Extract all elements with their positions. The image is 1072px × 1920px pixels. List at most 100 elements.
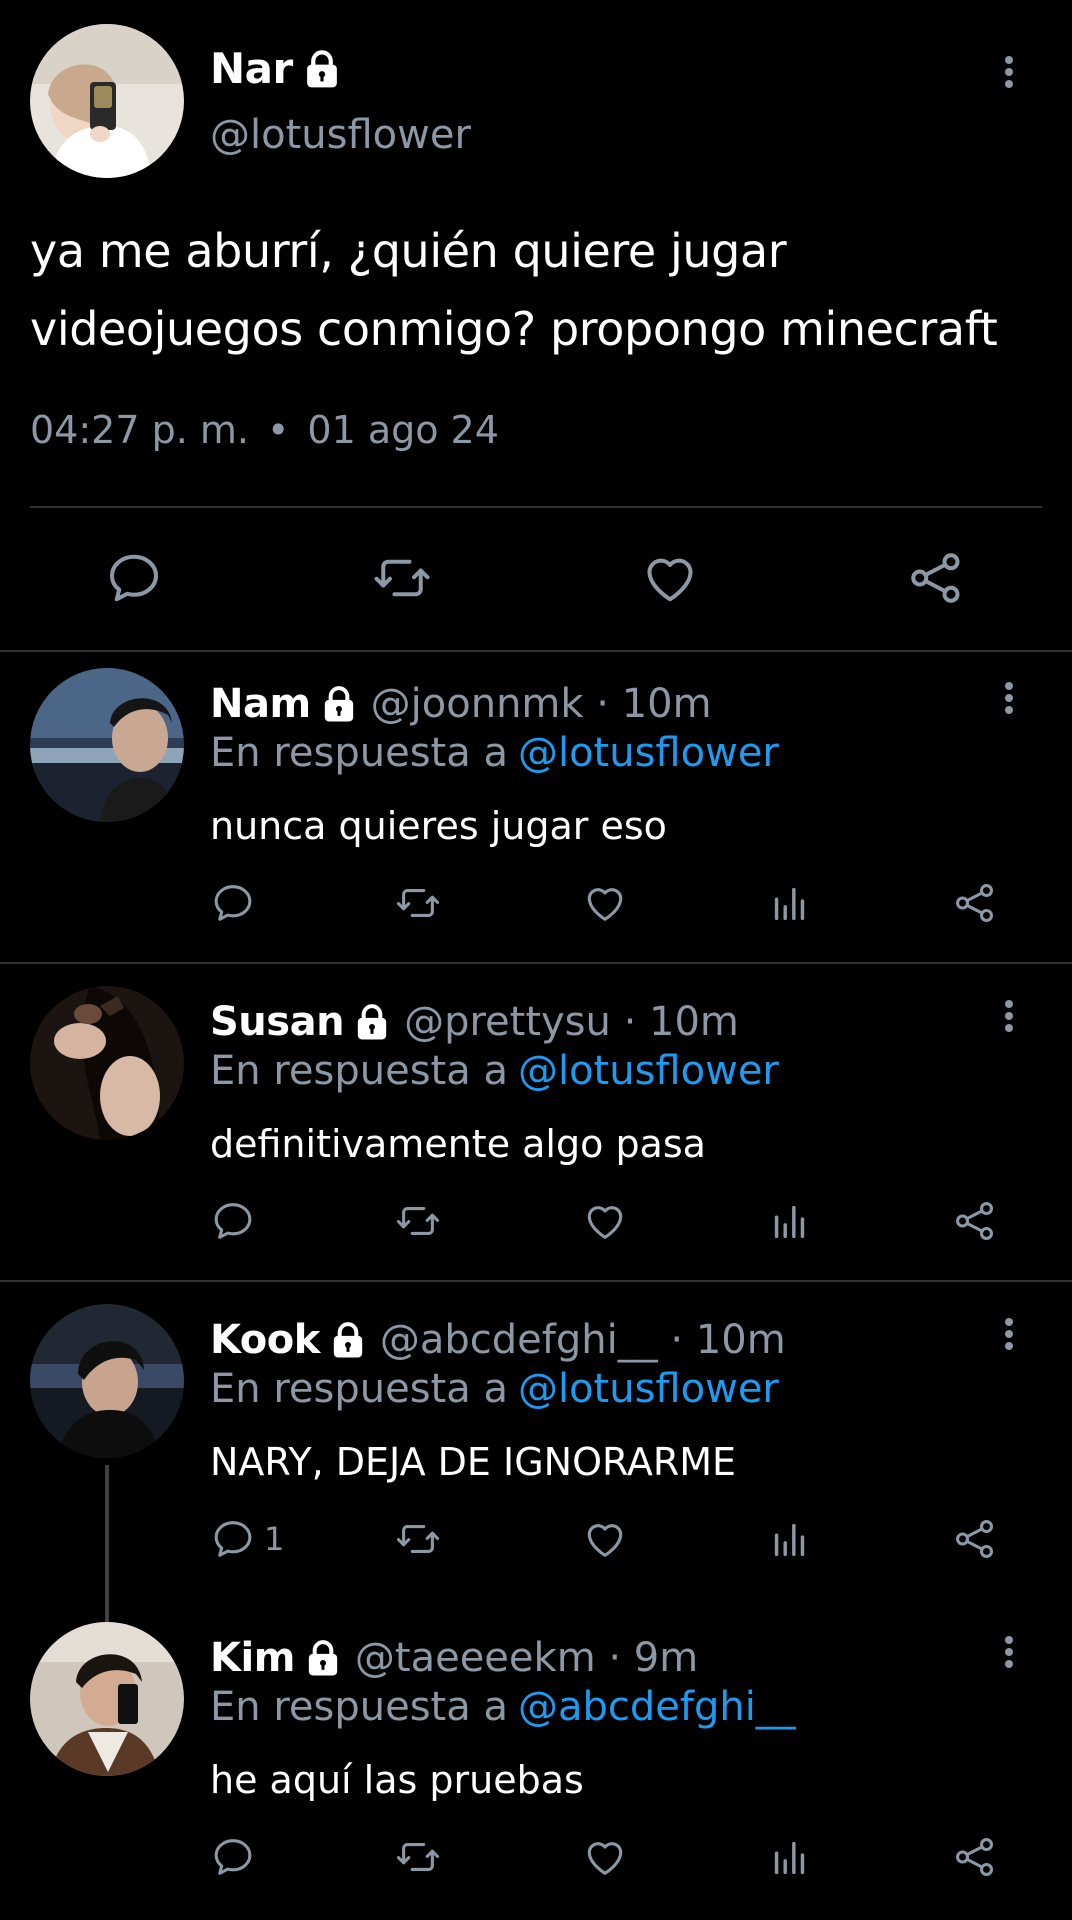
display-name[interactable]: Kim (210, 1635, 295, 1681)
bar-chart-icon (767, 880, 813, 926)
more-vertical-icon[interactable] (999, 996, 1019, 1040)
views-button[interactable] (767, 1516, 813, 1562)
share-icon (952, 1198, 998, 1244)
avatar[interactable] (30, 986, 184, 1140)
avatar[interactable] (30, 1622, 184, 1776)
speech-bubble-icon (210, 1834, 256, 1880)
retweet-button[interactable] (394, 1516, 442, 1562)
retweet-button[interactable] (370, 548, 434, 608)
heart-icon (582, 880, 628, 926)
separator: • (266, 408, 290, 452)
more-vertical-icon[interactable] (999, 1314, 1019, 1358)
name-row: Kook @abcdefghi__ · 10m (210, 1312, 786, 1368)
share-button[interactable] (952, 1834, 998, 1880)
reply-tweet[interactable]: Kook @abcdefghi__ · 10m En respuesta a @l… (0, 1288, 1072, 1598)
user-handle[interactable]: @prettysu · 10m (404, 999, 739, 1045)
tweet-text: nunca quieres jugar eso (210, 804, 667, 848)
like-button[interactable] (582, 880, 628, 926)
like-button[interactable] (582, 1198, 628, 1244)
retweet-icon (370, 548, 434, 608)
heart-icon (582, 1834, 628, 1880)
user-handle[interactable]: @abcdefghi__ · 10m (380, 1317, 786, 1363)
reply-tweet[interactable]: Susan @prettysu · 10m En respuesta a @lot… (0, 970, 1072, 1280)
lock-icon (328, 1320, 368, 1360)
user-handle[interactable]: @lotusflower (210, 112, 471, 158)
avatar[interactable] (30, 24, 184, 178)
action-bar (0, 880, 1072, 940)
heart-icon (640, 548, 700, 608)
user-handle[interactable]: @taeeeekm · 9m (355, 1635, 698, 1681)
action-bar (0, 1198, 1072, 1258)
share-button[interactable] (952, 1198, 998, 1244)
divider (0, 1280, 1072, 1282)
mention-link[interactable]: @lotusflower (518, 730, 779, 776)
mention-link[interactable]: @lotusflower (518, 1366, 779, 1412)
action-bar (0, 1834, 1072, 1894)
share-icon (906, 548, 966, 608)
share-button[interactable] (952, 880, 998, 926)
display-name[interactable]: Nam (210, 681, 311, 727)
reply-count: 1 (264, 1520, 285, 1558)
views-button[interactable] (767, 880, 813, 926)
reply-context: En respuesta a @lotusflower (210, 1366, 779, 1412)
share-icon (952, 1516, 998, 1562)
reply-context: En respuesta a @lotusflower (210, 730, 779, 776)
bar-chart-icon (767, 1516, 813, 1562)
lock-icon (303, 1638, 343, 1678)
retweet-icon (394, 880, 442, 926)
reply-button[interactable] (210, 1834, 264, 1880)
main-tweet: Nar @lotusflower ya me aburrí, ¿quién qu… (0, 0, 1072, 650)
tweet-date: 01 ago 24 (307, 408, 499, 452)
more-vertical-icon[interactable] (999, 52, 1019, 96)
like-button[interactable] (640, 548, 700, 608)
speech-bubble-icon (104, 548, 164, 608)
more-vertical-icon[interactable] (999, 678, 1019, 722)
bar-chart-icon (767, 1198, 813, 1244)
display-name[interactable]: Susan (210, 999, 345, 1045)
more-vertical-icon[interactable] (999, 1632, 1019, 1676)
heart-icon (582, 1198, 628, 1244)
reply-button[interactable] (210, 880, 264, 926)
reply-button[interactable]: 1 (210, 1516, 284, 1562)
mention-link[interactable]: @lotusflower (518, 1048, 779, 1094)
views-button[interactable] (767, 1198, 813, 1244)
lock-icon (319, 684, 359, 724)
retweet-button[interactable] (394, 1198, 442, 1244)
retweet-icon (394, 1834, 442, 1880)
retweet-icon (394, 1516, 442, 1562)
like-button[interactable] (582, 1834, 628, 1880)
bar-chart-icon (767, 1834, 813, 1880)
divider (0, 962, 1072, 964)
reply-button[interactable] (104, 548, 164, 608)
like-button[interactable] (582, 1516, 628, 1562)
speech-bubble-icon (210, 880, 256, 926)
avatar[interactable] (30, 668, 184, 822)
reply-context-label: En respuesta a (210, 1048, 508, 1094)
avatar[interactable] (30, 1304, 184, 1458)
share-button[interactable] (906, 548, 966, 608)
mention-link[interactable]: @abcdefghi__ (518, 1684, 796, 1730)
reply-tweet[interactable]: Kim @taeeeekm · 9m En respuesta a @abcdef… (0, 1606, 1072, 1916)
reply-context: En respuesta a @lotusflower (210, 1048, 779, 1094)
tweet-timestamp: 04:27 p. m. • 01 ago 24 (30, 408, 499, 452)
tweet-text-line: videojuegos conmigo? propongo minecraft (30, 302, 998, 356)
display-name[interactable]: Kook (210, 1317, 320, 1363)
display-name[interactable]: Nar (210, 44, 293, 93)
reply-tweet[interactable]: Nam @joonnmk · 10m En respuesta a @lotusf… (0, 652, 1072, 962)
tweet-time: 04:27 p. m. (30, 408, 249, 452)
name-row: Nam @joonnmk · 10m (210, 676, 712, 732)
views-button[interactable] (767, 1834, 813, 1880)
speech-bubble-icon (210, 1516, 256, 1562)
lock-icon (352, 1002, 392, 1042)
speech-bubble-icon (210, 1198, 256, 1244)
lock-icon (301, 48, 343, 90)
tweet-text: he aquí las pruebas (210, 1758, 584, 1802)
share-button[interactable] (952, 1516, 998, 1562)
reply-context-label: En respuesta a (210, 1366, 508, 1412)
reply-button[interactable] (210, 1198, 264, 1244)
retweet-button[interactable] (394, 1834, 442, 1880)
user-handle[interactable]: @joonnmk · 10m (371, 681, 712, 727)
tweet-text: NARY, DEJA DE IGNORARME (210, 1440, 737, 1484)
name-row: Kim @taeeeekm · 9m (210, 1630, 698, 1686)
retweet-button[interactable] (394, 880, 442, 926)
